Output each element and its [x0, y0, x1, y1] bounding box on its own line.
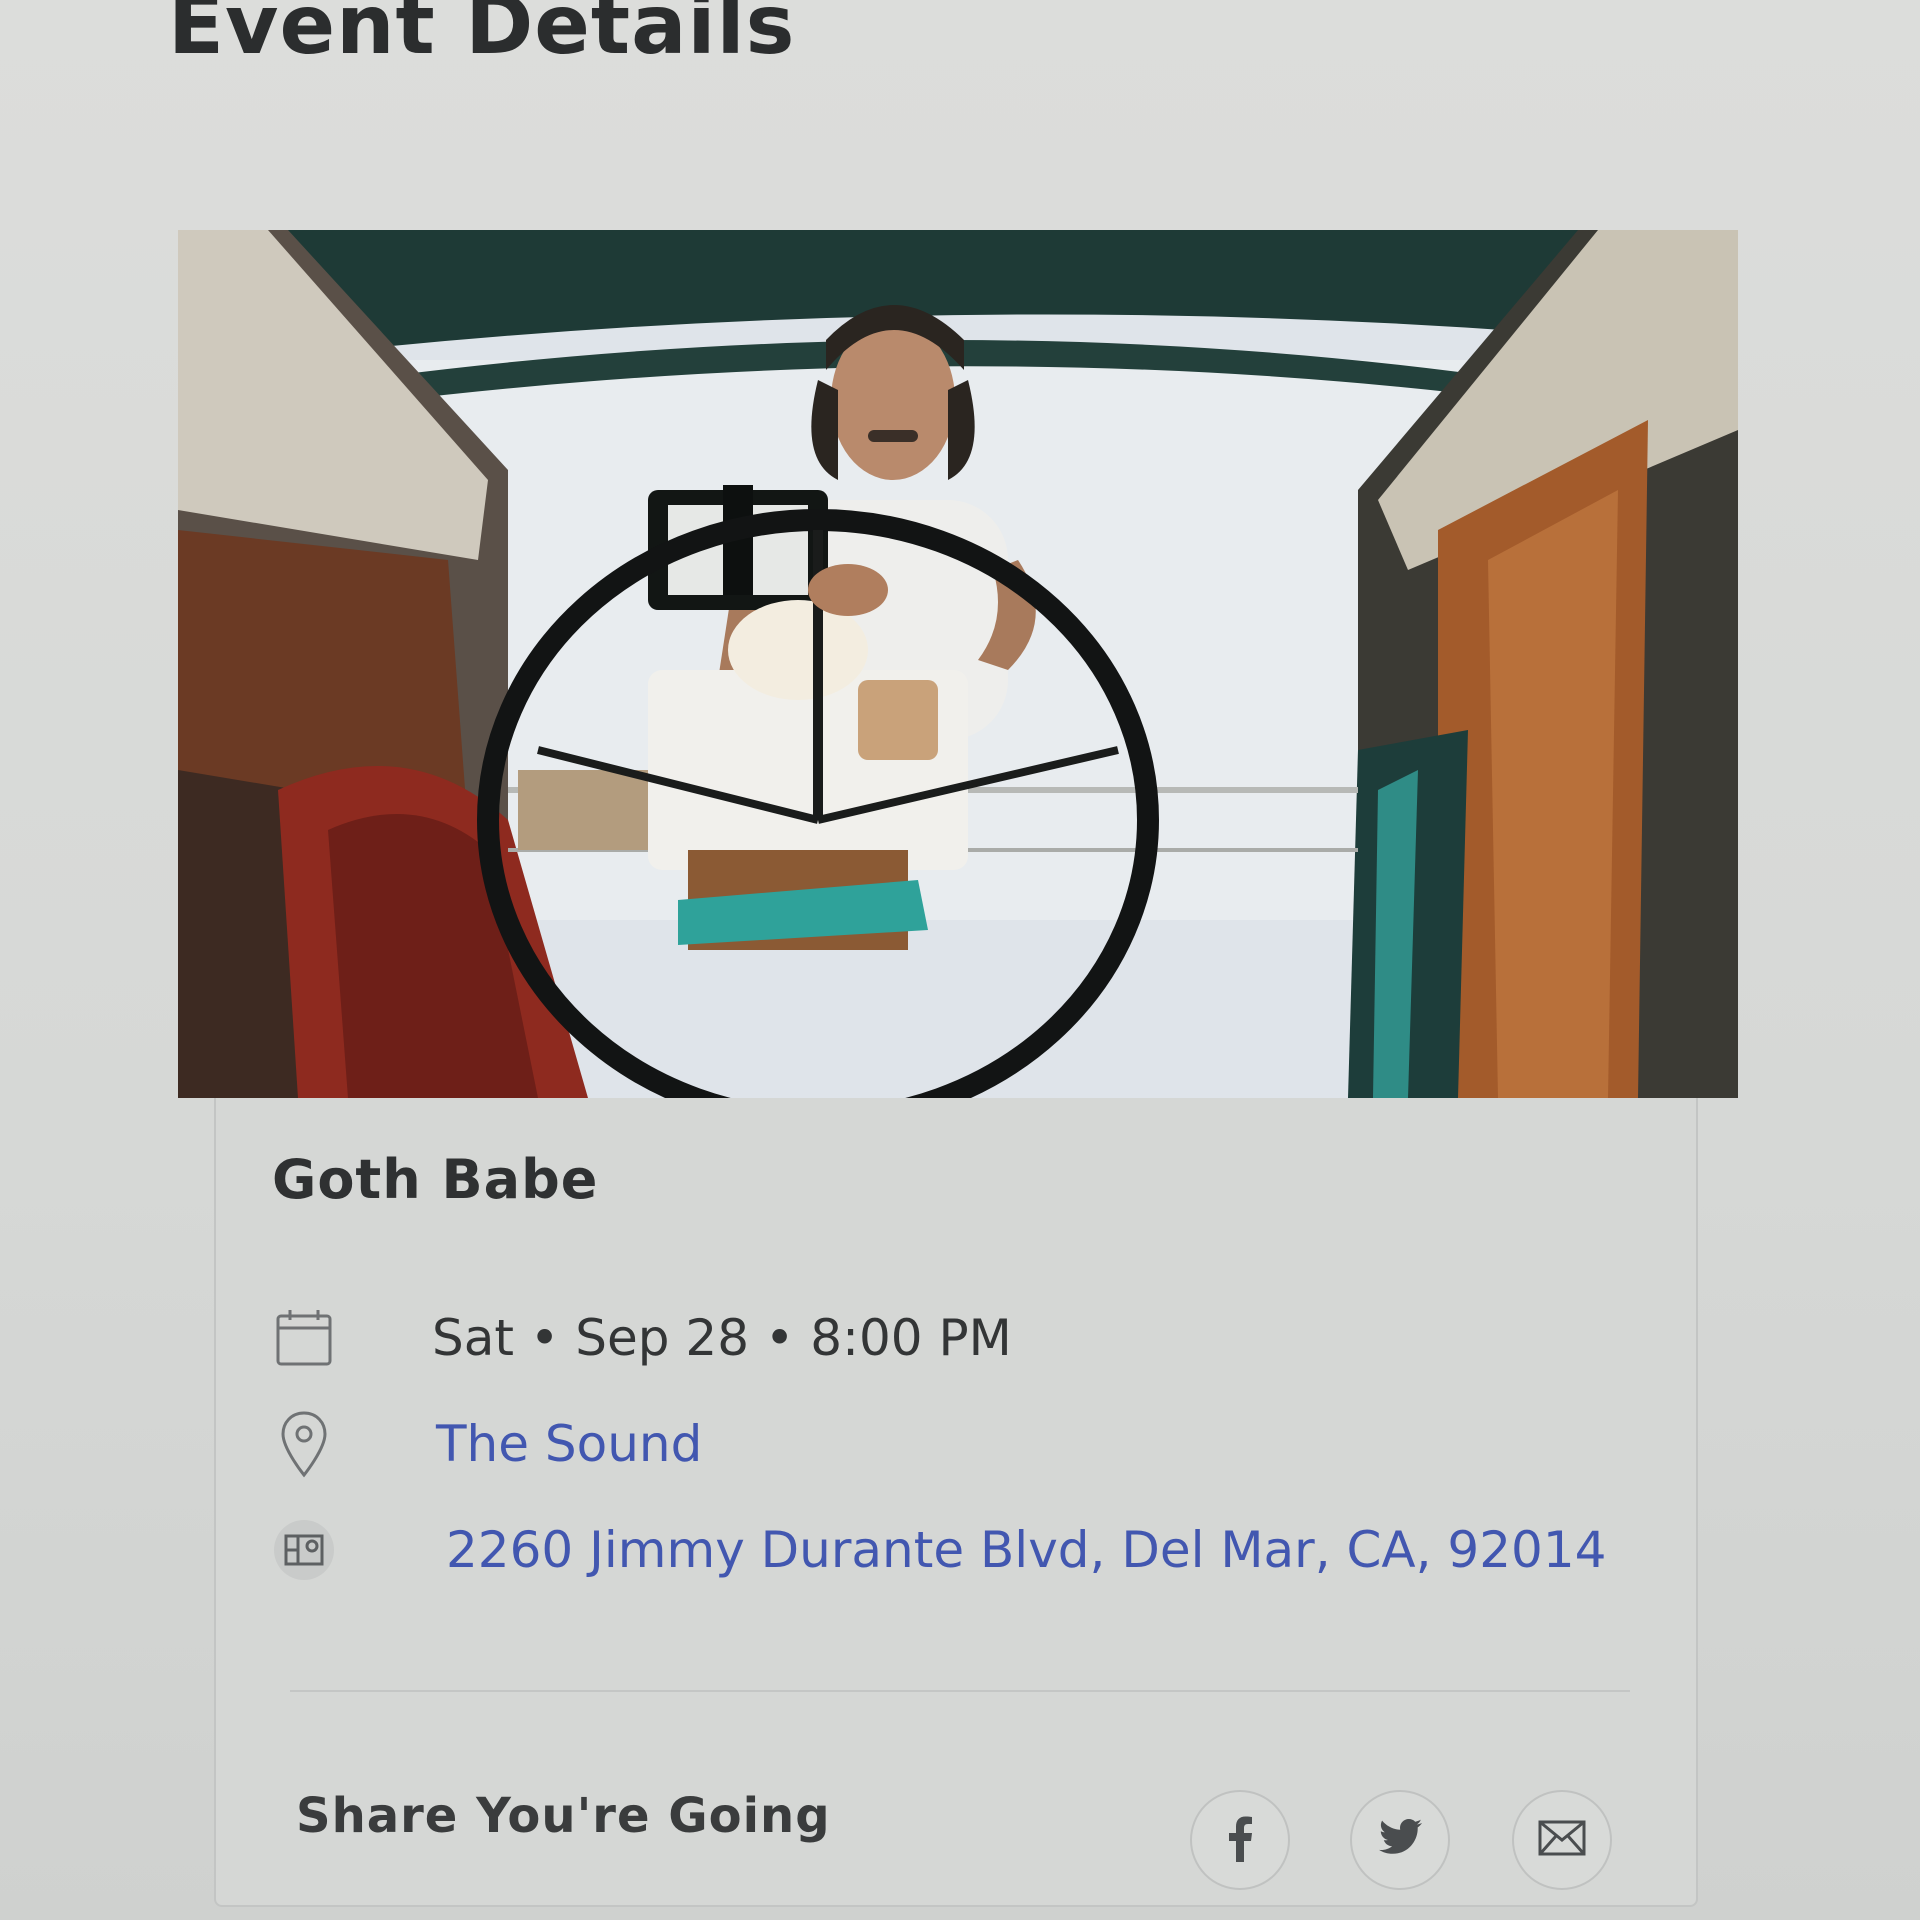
mail-icon — [1538, 1820, 1586, 1860]
event-venue-row[interactable]: The Sound — [272, 1411, 702, 1478]
divider — [290, 1690, 1630, 1692]
facebook-icon — [1225, 1814, 1255, 1866]
venue-link[interactable]: The Sound — [436, 1415, 702, 1473]
email-share-button[interactable] — [1512, 1790, 1612, 1890]
page-title: Event Details — [168, 0, 796, 73]
twitter-share-button[interactable] — [1350, 1790, 1450, 1890]
calendar-icon — [272, 1306, 336, 1370]
address-link[interactable]: 2260 Jimmy Durante Blvd, Del Mar, CA, 92… — [446, 1521, 1606, 1579]
facebook-share-button[interactable] — [1190, 1790, 1290, 1890]
event-datetime-row: Sat • Sep 28 • 8:00 PM — [272, 1306, 1012, 1370]
twitter-icon — [1377, 1818, 1423, 1862]
event-image — [178, 230, 1738, 1098]
event-name: Goth Babe — [272, 1148, 599, 1211]
event-datetime: Sat • Sep 28 • 8:00 PM — [432, 1309, 1012, 1367]
map-pin-icon — [272, 1411, 336, 1478]
map-directions-icon — [272, 1518, 336, 1582]
event-details-page: Event Details Goth Babe Sat • Sep 28 • 8… — [0, 0, 1920, 1920]
share-label: Share You're Going — [296, 1788, 831, 1844]
event-address-row[interactable]: 2260 Jimmy Durante Blvd, Del Mar, CA, 92… — [272, 1518, 1606, 1582]
